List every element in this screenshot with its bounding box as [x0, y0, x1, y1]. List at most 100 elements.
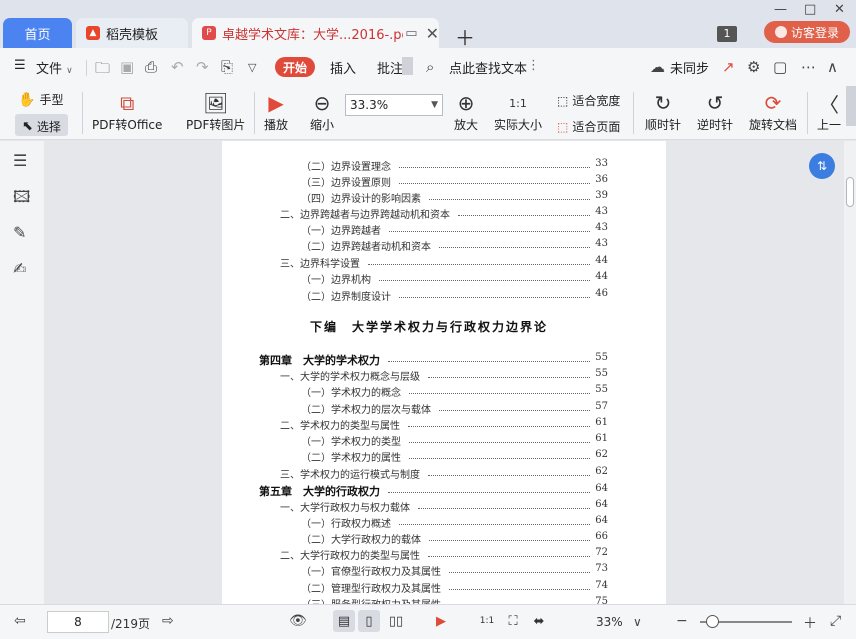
hand-tool-button[interactable]: ✋ 手型 — [18, 91, 63, 108]
play-slideshow-button[interactable]: ▶ — [430, 610, 452, 632]
toc-entry-page: 55 — [595, 368, 608, 379]
floating-convert-icon[interactable]: ⇅ — [809, 153, 835, 179]
minimize-icon[interactable]: — — [774, 2, 787, 17]
window-count-badge[interactable]: 1 — [717, 26, 737, 42]
fit-page-status-button[interactable]: ⛶ — [502, 610, 524, 632]
previous-page-button[interactable]: 〈 上一 — [817, 90, 841, 133]
toc-entry-title: （二）学术权力的属性 — [301, 453, 401, 464]
zoom-select-value: 33.3% — [350, 98, 389, 112]
image-icon: 🖼 — [203, 91, 229, 115]
rotate-clockwise-icon: ↻ — [654, 91, 672, 115]
chevron-down-icon: ∨ — [66, 66, 73, 76]
select-tool-button[interactable]: ⬉ 选择 — [22, 118, 61, 135]
fit-width-button[interactable]: ⬚ 适合宽度 — [557, 92, 620, 109]
toc-leader-dots — [399, 288, 590, 298]
continuous-view-button[interactable]: ▯ — [358, 610, 380, 632]
eye-protection-icon[interactable]: 👁 — [289, 613, 307, 629]
fit-width-status-button[interactable]: ⬌ — [528, 610, 550, 632]
login-button[interactable]: 访客登录 — [764, 21, 850, 43]
actual-size-button[interactable]: 1:1 实际大小 — [494, 90, 542, 133]
zoom-in-button[interactable]: ⊕ 放大 — [454, 90, 478, 133]
maximize-icon[interactable]: □ — [804, 2, 816, 17]
pdf-to-office-label: PDF转Office — [92, 118, 163, 132]
tab-close-icon[interactable]: ✕ — [426, 24, 439, 43]
actual-size-label: 实际大小 — [494, 118, 543, 132]
settings-gear-icon[interactable]: ⚙ — [747, 58, 760, 76]
zoom-out-minus-icon[interactable]: − — [676, 613, 688, 629]
toc-leader-dots — [399, 174, 590, 184]
divider — [633, 92, 634, 134]
sync-status[interactable]: 未同步 — [670, 58, 709, 77]
toc-leader-dots — [408, 417, 590, 427]
document-canvas[interactable]: 下编 大学学术权力与行政权力边界论 （二）边界设置理念 33 （三）边界设置原则 36… — [44, 141, 844, 604]
fullscreen-icon[interactable]: ⤢ — [830, 613, 841, 629]
share-icon[interactable]: ↗ — [722, 58, 735, 76]
signature-icon[interactable]: ✍ — [13, 259, 26, 278]
zoom-out-button[interactable]: ⊖ 缩小 — [310, 90, 334, 133]
more-dropdown-icon[interactable]: ▽ — [248, 61, 256, 74]
pdf-to-image-button[interactable]: 🖼 PDF转图片 — [186, 90, 245, 133]
file-menu[interactable]: 文件 ∨ — [36, 58, 73, 77]
toc-entry-page: 57 — [595, 401, 608, 412]
toc-leader-dots — [388, 352, 590, 362]
toc-entry-page: 46 — [595, 288, 608, 299]
fit-page-icon: ⬚ — [557, 119, 569, 134]
save-icon[interactable]: ▣ — [120, 58, 134, 76]
tab-window-icon[interactable]: ▭ — [405, 26, 417, 41]
export-pdf-icon[interactable]: ⎘ — [221, 58, 233, 76]
tab-template[interactable]: ▲ 稻壳模板 — [76, 18, 188, 48]
actual-size-status-button[interactable]: 1:1 — [476, 610, 498, 632]
previous-page-arrow-icon[interactable]: ⇦ — [14, 613, 26, 629]
outline-list-icon[interactable]: ☰ — [13, 151, 27, 170]
tab-home[interactable]: 首页 — [3, 18, 72, 48]
zoom-select[interactable]: 33.3% ▼ — [345, 94, 443, 116]
two-page-view-button[interactable]: ▯▯ — [385, 610, 407, 632]
more-tabs-button[interactable] — [402, 57, 413, 75]
vertical-scrollbar[interactable] — [844, 141, 856, 604]
toc-entry-title: 二、大学行政权力的类型与属性 — [280, 551, 420, 562]
new-tab-button[interactable]: ＋ — [455, 22, 475, 51]
hamburger-menu-icon[interactable]: ☰ — [14, 58, 26, 73]
pdf-to-office-button[interactable]: ⧉ PDF转Office — [92, 90, 162, 133]
redo-icon[interactable]: ↷ — [196, 58, 209, 76]
toc-leader-dots — [388, 483, 590, 493]
page-number-input[interactable]: 8 — [47, 611, 109, 633]
collapse-ribbon-icon[interactable]: ∧ — [827, 58, 838, 76]
tab-annotate[interactable]: 批注 — [377, 58, 403, 77]
open-folder-icon[interactable]: 🗀 — [95, 58, 110, 83]
rotate-clockwise-button[interactable]: ↻ 顺时针 — [645, 90, 681, 133]
divider — [254, 92, 255, 134]
toc-leader-dots — [399, 515, 590, 525]
ribbon-scroll-tab[interactable] — [846, 86, 856, 126]
print-icon[interactable]: ⎙ — [145, 58, 157, 76]
cloud-sync-icon[interactable]: ☁ — [650, 58, 665, 76]
tab-insert[interactable]: 插入 — [330, 58, 356, 77]
next-page-arrow-icon[interactable]: ⇨ — [162, 613, 174, 629]
play-button[interactable]: ▶ 播放 — [264, 90, 288, 133]
tab-start[interactable]: 开始 — [275, 57, 315, 77]
undo-icon[interactable]: ↶ — [171, 58, 184, 76]
annotation-pen-icon[interactable]: ✎ — [13, 223, 26, 242]
rotate-counterclockwise-button[interactable]: ↺ 逆时针 — [697, 90, 733, 133]
toc-entry-title: （一）官僚型行政权力及其属性 — [301, 567, 441, 578]
tab-document[interactable]: P 卓越学术文库：大学...2016-.pdf ▭ ✕ — [192, 18, 439, 48]
zoom-percentage[interactable]: 33% — [596, 615, 623, 629]
more-horizontal-icon[interactable]: ⋯ — [801, 58, 816, 76]
single-page-view-button[interactable]: ▤ — [333, 610, 355, 632]
more-options-icon[interactable]: ⋮ — [527, 58, 540, 73]
fit-page-button[interactable]: ⬚ 适合页面 — [557, 118, 620, 135]
zoom-in-plus-icon[interactable]: ＋ — [803, 613, 817, 633]
close-window-icon[interactable]: ✕ — [834, 2, 845, 17]
zoom-slider-knob[interactable] — [706, 615, 719, 628]
comment-icon[interactable]: ▢ — [773, 58, 787, 76]
scrollbar-thumb[interactable] — [846, 177, 854, 207]
zoom-slider[interactable] — [700, 615, 792, 628]
toc-entry-page: 64 — [595, 499, 608, 510]
rotate-document-button[interactable]: ⟳ 旋转文档 — [749, 90, 797, 133]
zoom-dropdown-icon[interactable]: ∨ — [633, 615, 642, 629]
rotate-counterclockwise-label: 逆时针 — [697, 118, 734, 132]
thumbnail-image-icon[interactable]: 🖾 — [13, 186, 30, 213]
search-text-input[interactable]: 点此查找文本 — [449, 58, 527, 77]
fit-width-label: 适合宽度 — [572, 94, 621, 108]
toc-entry-page: 61 — [595, 417, 608, 428]
